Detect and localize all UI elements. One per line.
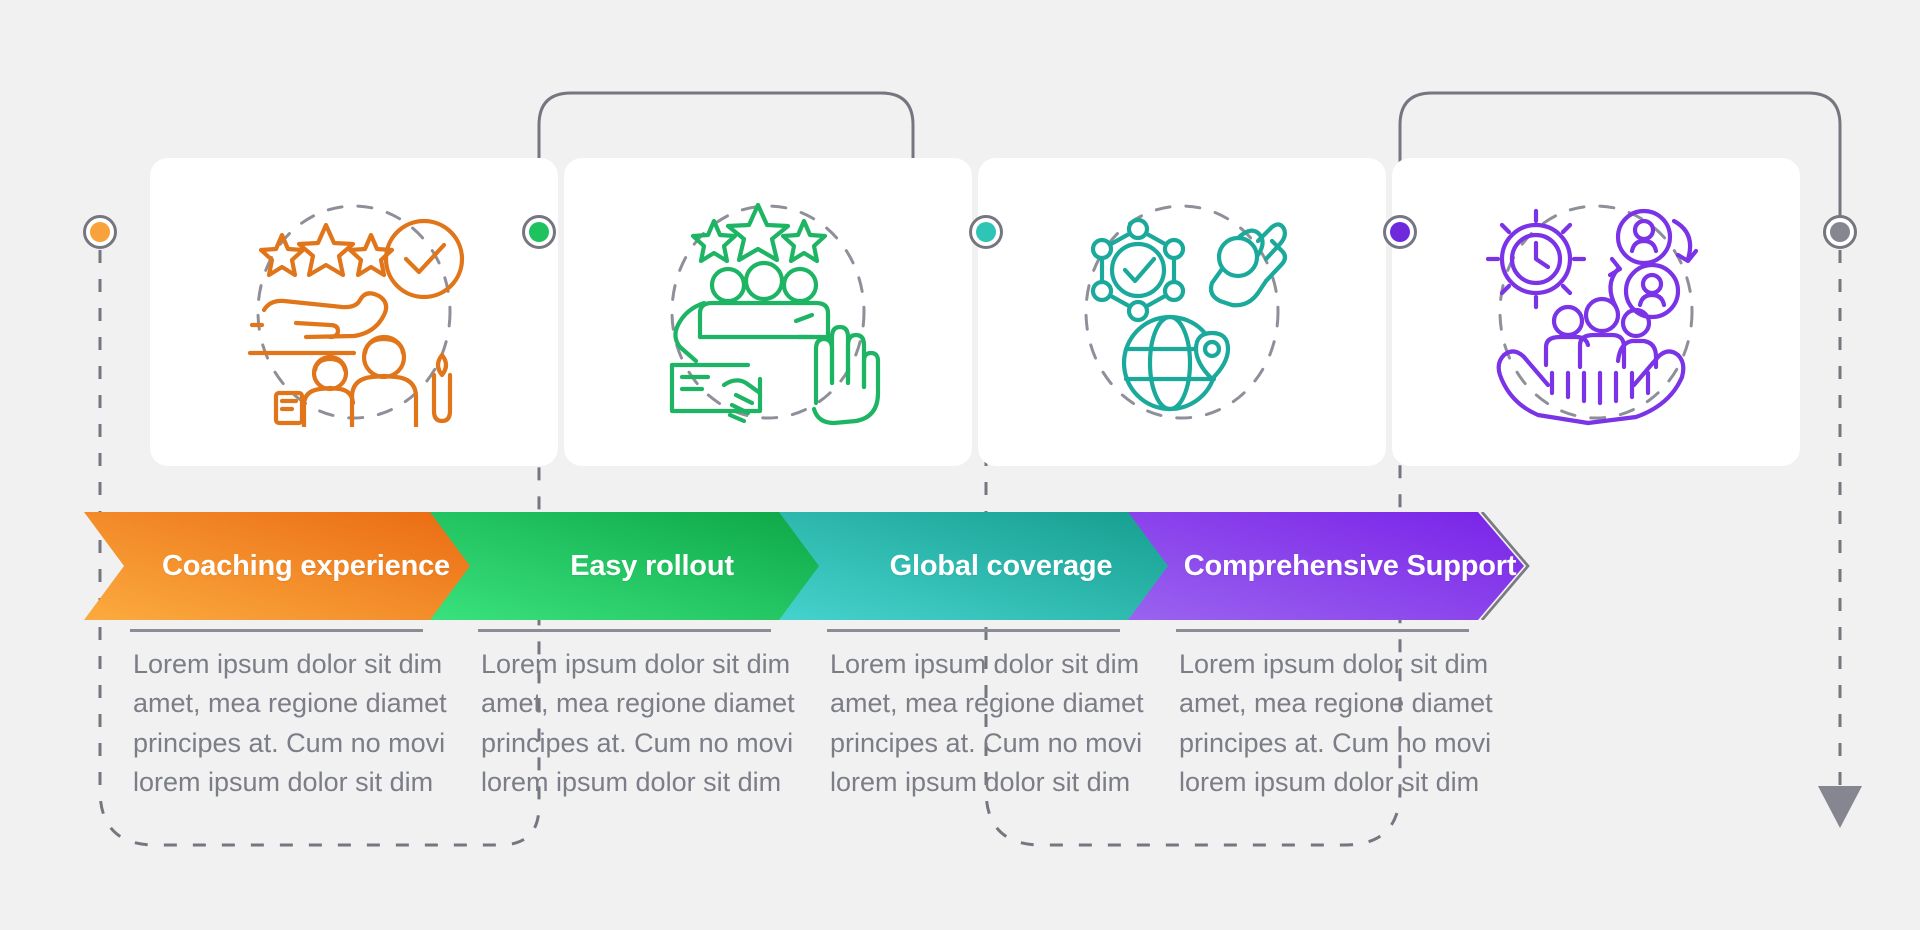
step-body-4: Lorem ipsum dolor sit dim amet, mea regi… [1179, 649, 1493, 798]
connector-dot-fill-end [1830, 222, 1850, 242]
step-body-2: Lorem ipsum dolor sit dim amet, mea regi… [481, 649, 795, 798]
flow-end-down-arrow [1818, 786, 1862, 828]
connector-dot-2 [522, 215, 556, 249]
banner-underline-1 [130, 629, 423, 632]
connector-dot-fill-1 [90, 222, 110, 242]
infographic-canvas: Coaching experience Lorem ipsum dolor si… [0, 0, 1920, 930]
banner-chevron-outline-end [1481, 512, 1530, 620]
icon-card-3 [978, 158, 1386, 466]
connector-dot-fill-2 [529, 222, 549, 242]
icon-card-1 [150, 158, 558, 466]
connector-dot-3 [969, 215, 1003, 249]
rollout-team-applause-icon [669, 202, 881, 426]
banner-underline-2 [478, 629, 771, 632]
connector-dot-1 [83, 215, 117, 249]
coaching-stars-hand-people-icon [247, 204, 465, 427]
banner-shape-2 [430, 512, 826, 620]
connector-dot-4 [1383, 215, 1417, 249]
connector-dot-fill-4 [1390, 222, 1410, 242]
step-body-1: Lorem ipsum dolor sit dim amet, mea regi… [133, 649, 447, 798]
banner-underline-4 [1176, 629, 1469, 632]
step-body-3: Lorem ipsum dolor sit dim amet, mea regi… [830, 649, 1144, 798]
banner-shape-4 [1128, 512, 1524, 620]
banner-shape-1 [84, 512, 480, 620]
connector-dot-end [1823, 215, 1857, 249]
banner-shape-3 [779, 512, 1175, 620]
global-network-globe-icon [1084, 204, 1288, 420]
connector-dot-fill-3 [976, 222, 996, 242]
icon-card-4 [1392, 158, 1800, 466]
support-gear-users-hands-icon [1485, 204, 1699, 426]
icon-card-2 [564, 158, 972, 466]
banner-underline-3 [827, 629, 1120, 632]
